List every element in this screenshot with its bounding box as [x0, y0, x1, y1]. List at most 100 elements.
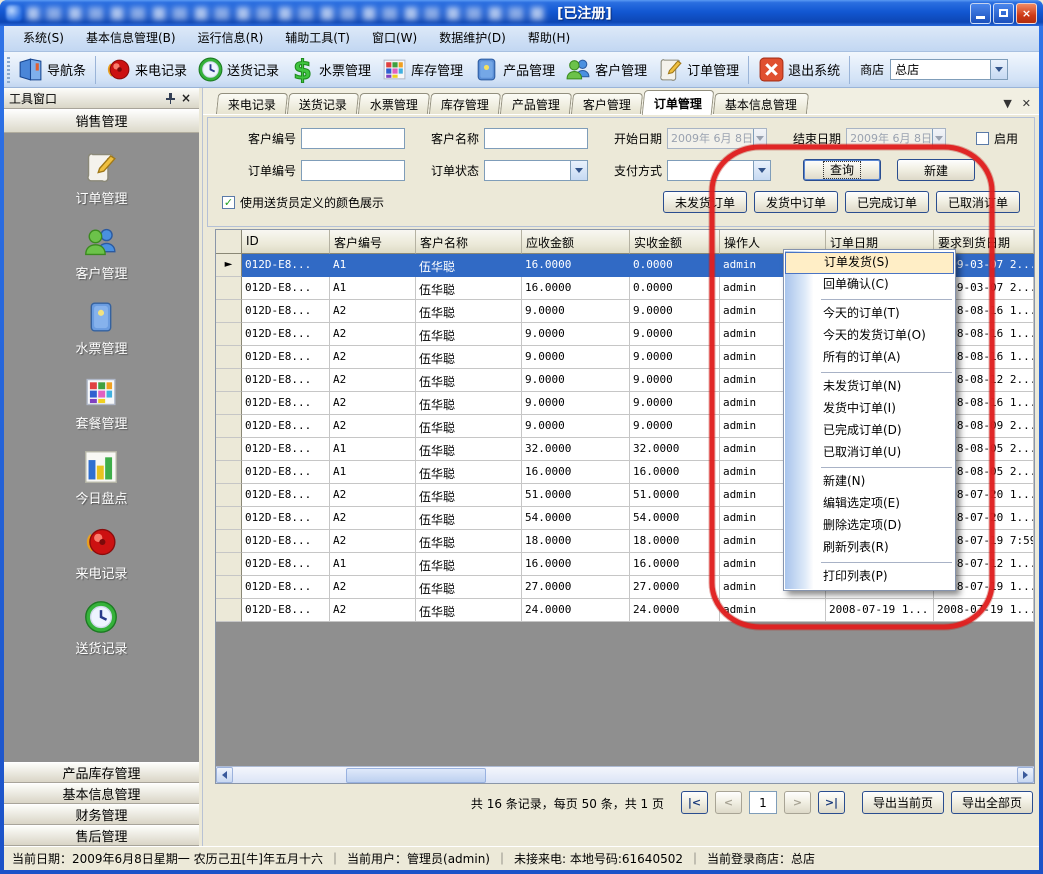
tab-订单管理[interactable]: 订单管理 [642, 90, 715, 115]
scrollbar-thumb[interactable] [346, 768, 486, 783]
new-button[interactable]: 新建 [897, 159, 975, 181]
order-status-select[interactable] [484, 160, 588, 181]
sidebar-group-产品库存管理[interactable]: 产品库存管理 [4, 762, 199, 783]
next-page-button[interactable]: > [784, 791, 811, 814]
toolbar-button-navigator[interactable]: 导航条 [12, 54, 91, 86]
row-selector[interactable] [216, 530, 242, 553]
maximize-button[interactable] [993, 3, 1014, 24]
scroll-left-icon[interactable] [216, 767, 233, 783]
end-date-picker[interactable]: 2009年 6月 8日 [846, 128, 946, 149]
context-menu-item[interactable]: 所有的订单(A) [785, 347, 954, 369]
row-selector[interactable] [216, 484, 242, 507]
context-menu-item[interactable]: 打印列表(P) [785, 566, 954, 588]
sidebar-item-送货记录[interactable]: 送货记录 [75, 599, 127, 657]
shop-select[interactable]: 总店 [890, 59, 1008, 80]
toolbar-button-delivery-record[interactable]: 送货记录 [192, 54, 284, 86]
context-menu-item[interactable]: 删除选定项(D) [785, 515, 954, 537]
customer-code-input[interactable] [301, 128, 405, 149]
row-selector[interactable] [216, 599, 242, 622]
chevron-down-icon[interactable] [753, 161, 770, 180]
pin-icon[interactable] [162, 90, 178, 106]
status-filter-button-已完成订单[interactable]: 已完成订单 [845, 191, 929, 213]
sidebar-close-icon[interactable]: × [178, 90, 194, 106]
toolbar-button-customer[interactable]: 客户管理 [560, 54, 652, 86]
context-menu-item[interactable]: 刷新列表(R) [785, 537, 954, 559]
horizontal-scrollbar[interactable] [216, 766, 1034, 783]
menubar-item-0[interactable]: 系统(S) [12, 26, 75, 51]
toolbar-button-exit[interactable]: 退出系统 [753, 54, 845, 86]
toolbar-button-water-ticket[interactable]: $水票管理 [284, 54, 376, 86]
tab-close-icon[interactable]: ✕ [1022, 97, 1031, 110]
row-selector[interactable] [216, 369, 242, 392]
column-header-客户名称[interactable]: 客户名称 [416, 230, 522, 254]
minimize-button[interactable] [970, 3, 991, 24]
row-selector[interactable] [216, 323, 242, 346]
column-header-应收金额[interactable]: 应收金额 [522, 230, 630, 254]
menubar-item-3[interactable]: 辅助工具(T) [274, 26, 361, 51]
first-page-button[interactable]: |< [681, 791, 708, 814]
menubar-item-5[interactable]: 数据维护(D) [428, 26, 517, 51]
menubar-item-1[interactable]: 基本信息管理(B) [75, 26, 187, 51]
status-filter-button-已取消订单[interactable]: 已取消订单 [936, 191, 1020, 213]
chevron-down-icon[interactable] [990, 60, 1007, 79]
context-menu-item[interactable]: 已完成订单(D) [785, 420, 954, 442]
row-selector[interactable] [216, 392, 242, 415]
enable-checkbox[interactable] [976, 132, 989, 145]
menubar-item-2[interactable]: 运行信息(R) [187, 26, 275, 51]
toolbar-button-call-record[interactable]: 来电记录 [100, 54, 192, 86]
menubar-item-6[interactable]: 帮助(H) [517, 26, 581, 51]
sidebar-item-水票管理[interactable]: 水票管理 [75, 299, 127, 357]
toolbar-button-inventory[interactable]: 库存管理 [376, 54, 468, 86]
row-selector[interactable] [216, 300, 242, 323]
sidebar-group-财务管理[interactable]: 财务管理 [4, 804, 199, 825]
pay-method-select[interactable] [667, 160, 771, 181]
sidebar-group-header[interactable]: 销售管理 [4, 109, 199, 133]
color-checkbox[interactable]: ✓ [222, 196, 235, 209]
toolbar-button-order[interactable]: 订单管理 [652, 54, 744, 86]
page-number-input[interactable]: 1 [749, 791, 777, 814]
context-menu-item[interactable]: 回单确认(C) [785, 274, 954, 296]
row-selector[interactable] [216, 277, 242, 300]
row-selector[interactable] [216, 507, 242, 530]
toolbar-grip[interactable] [7, 57, 10, 83]
close-button[interactable]: × [1016, 3, 1037, 24]
export-current-page-button[interactable]: 导出当前页 [862, 791, 944, 814]
row-selector[interactable] [216, 576, 242, 599]
tab-客户管理[interactable]: 客户管理 [571, 93, 643, 114]
tab-水票管理[interactable]: 水票管理 [358, 93, 430, 114]
row-selector[interactable] [216, 415, 242, 438]
context-menu-item[interactable]: 新建(N) [785, 471, 954, 493]
status-filter-button-发货中订单[interactable]: 发货中订单 [754, 191, 838, 213]
column-header-ID[interactable]: ID [242, 230, 330, 254]
row-selector[interactable] [216, 438, 242, 461]
status-filter-button-未发货订单[interactable]: 未发货订单 [663, 191, 747, 213]
export-all-pages-button[interactable]: 导出全部页 [951, 791, 1033, 814]
chevron-down-icon[interactable] [570, 161, 587, 180]
column-header-客户编号[interactable]: 客户编号 [330, 230, 416, 254]
tab-基本信息管理[interactable]: 基本信息管理 [713, 93, 809, 114]
scroll-right-icon[interactable] [1017, 767, 1034, 783]
customer-name-input[interactable] [484, 128, 588, 149]
tab-产品管理[interactable]: 产品管理 [500, 93, 572, 114]
table-row[interactable]: 012D-E8...A2伍华聪24.000024.0000admin2008-0… [216, 599, 1034, 622]
sidebar-item-套餐管理[interactable]: 套餐管理 [75, 374, 127, 432]
context-menu-item[interactable]: 今天的发货订单(O) [785, 325, 954, 347]
prev-page-button[interactable]: < [715, 791, 742, 814]
row-selector[interactable] [216, 346, 242, 369]
sidebar-item-今日盘点[interactable]: 今日盘点 [75, 449, 127, 507]
sidebar-group-售后管理[interactable]: 售后管理 [4, 825, 199, 846]
tab-库存管理[interactable]: 库存管理 [429, 93, 501, 114]
tab-送货记录[interactable]: 送货记录 [287, 93, 359, 114]
sidebar-item-订单管理[interactable]: 订单管理 [75, 149, 127, 207]
column-header-实收金额[interactable]: 实收金额 [630, 230, 720, 254]
context-menu-item[interactable]: 未发货订单(N) [785, 376, 954, 398]
last-page-button[interactable]: >| [818, 791, 845, 814]
sidebar-group-基本信息管理[interactable]: 基本信息管理 [4, 783, 199, 804]
toolbar-button-product[interactable]: 产品管理 [468, 54, 560, 86]
start-date-picker[interactable]: 2009年 6月 8日 [667, 128, 767, 149]
tab-来电记录[interactable]: 来电记录 [216, 93, 288, 114]
menubar-item-4[interactable]: 窗口(W) [361, 26, 428, 51]
row-selector[interactable]: ► [216, 254, 242, 277]
query-button[interactable]: 查询 [803, 159, 881, 181]
row-selector[interactable] [216, 461, 242, 484]
